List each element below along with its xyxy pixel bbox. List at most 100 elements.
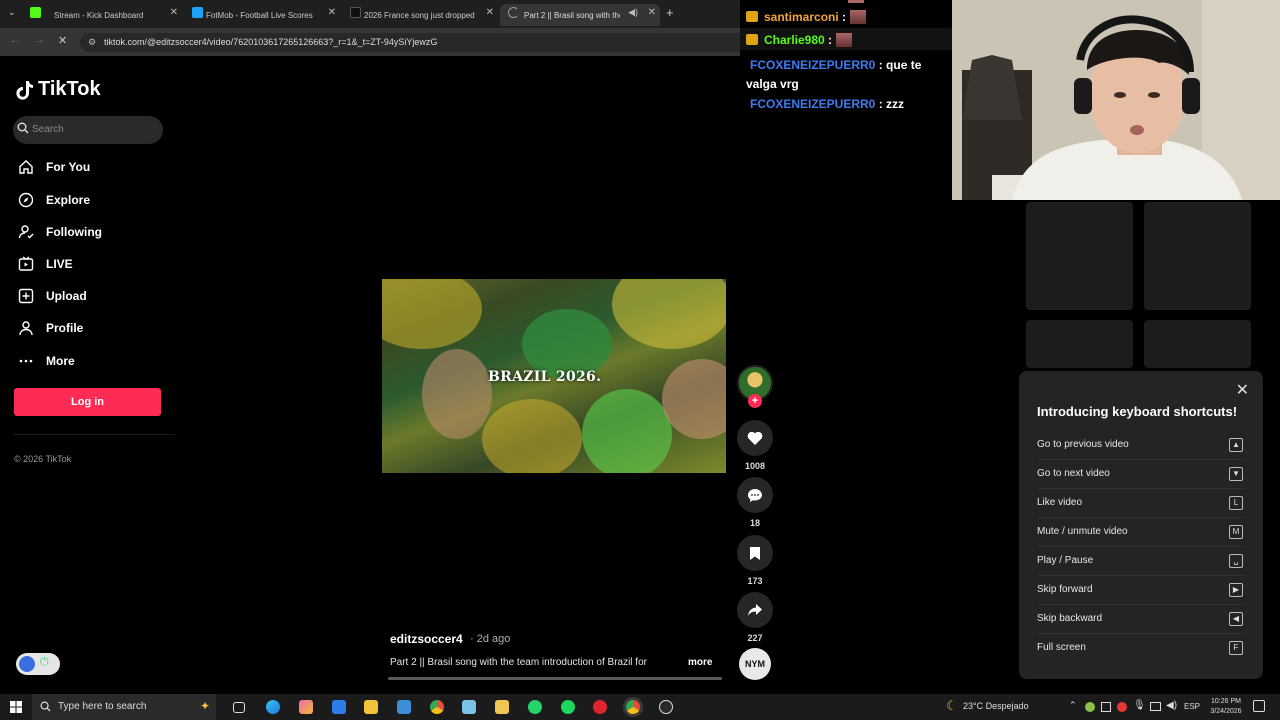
tray-chevron-icon[interactable]: ⌃ [1069,700,1077,711]
weather-text[interactable]: 23°C Despejado [963,701,1029,711]
mail-icon[interactable] [332,700,346,714]
crown-badge-icon [746,11,758,22]
tray-app-icon[interactable] [1085,702,1095,712]
close-icon[interactable]: ✕ [1236,380,1249,400]
copilot-icon[interactable] [299,700,313,714]
video-progress-bar[interactable] [388,677,722,680]
arrow-left-key-icon: ◀ [1229,612,1243,626]
close-tab-icon[interactable]: ✕ [170,7,178,18]
edge-icon[interactable] [266,700,280,714]
more-button[interactable]: more [688,657,712,668]
stream-chat-overlay: santimarconi : Charlie980 : FCOXENEIZEPU… [740,0,952,118]
nav-more[interactable]: More [18,351,75,371]
tab-kick-dashboard[interactable]: Stream - Kick Dashboard ✕ [24,4,182,26]
nav-following[interactable]: Following [18,222,102,242]
folder-icon[interactable] [495,700,509,714]
url-field[interactable]: ⚙ tiktok.com/@editzsoccer4/video/7620103… [80,33,740,52]
video-player[interactable]: BRAZIL 2026. [382,279,726,473]
close-tab-icon[interactable]: ✕ [486,7,494,18]
like-button[interactable] [737,420,773,456]
network-icon[interactable] [1150,702,1161,711]
nav-label: LIVE [46,257,73,271]
tiktok-note-icon [16,80,33,100]
f-key-icon: F [1229,641,1243,655]
back-arrow-icon[interactable]: ← [10,35,20,46]
nav-for-you[interactable]: For You [18,157,90,177]
obs-icon[interactable] [659,700,673,714]
spotify-icon[interactable] [561,700,575,714]
tab-list-chevron-icon[interactable]: ⌄ [8,7,16,18]
file-explorer-icon[interactable] [364,700,378,714]
recommended-video-thumbnail[interactable] [1026,320,1133,368]
tray-app-icon[interactable] [1101,702,1111,712]
site-info-icon[interactable]: ⚙ [88,37,96,48]
tab-brasil-song[interactable]: Part 2 || Brasil song with the ◀) ✕ [500,4,660,26]
clock-date: 3/24/2026 [1210,708,1242,715]
tab-label: 2026 France song just dropped [364,10,475,20]
emote-icon [850,10,867,24]
nav-explore[interactable]: Explore [18,190,90,210]
chrome-icon[interactable] [430,700,444,714]
comment-button[interactable] [737,477,773,513]
nav-profile[interactable]: Profile [18,318,83,338]
recommended-video-thumbnail[interactable] [1144,320,1251,368]
extension-icon [19,656,35,672]
save-button[interactable] [737,535,773,571]
recommended-video-thumbnail[interactable] [1026,202,1133,310]
follow-plus-icon[interactable]: + [748,394,762,408]
login-button[interactable]: Log in [14,388,161,416]
tiktok-logo[interactable]: TikTok [16,78,101,101]
tab-france-song[interactable]: 2026 France song just dropped ✕ [340,4,498,26]
whatsapp-icon[interactable] [528,700,542,714]
share-button[interactable] [737,592,773,628]
kick-favicon-icon [30,7,41,18]
new-tab-icon[interactable]: + [666,5,674,20]
close-tab-icon[interactable]: ✕ [328,7,336,18]
home-icon [19,160,33,174]
notepad-icon[interactable] [462,700,476,714]
taskbar-search-input[interactable]: Type here to search ✦ [32,694,216,720]
nav-label: Profile [46,321,84,335]
search-input[interactable]: Search [13,116,163,144]
forward-arrow-icon[interactable]: → [34,35,44,46]
task-view-icon[interactable] [233,702,245,713]
microphone-icon[interactable]: 🎙 [1133,700,1146,711]
music-disc[interactable]: NYM [739,648,771,680]
system-clock[interactable]: 10:26 PM 3/24/2026 [1200,697,1252,717]
recommended-video-thumbnail[interactable] [1144,202,1251,310]
speaker-icon[interactable]: ◀) [628,7,638,18]
nav-live[interactable]: LIVE [18,254,73,274]
crown-badge-icon [746,34,758,45]
notifications-icon[interactable] [1253,700,1265,712]
share-count: 227 [747,633,763,643]
extension-toggle[interactable]: ⏻ [16,653,60,675]
search-highlight-icon: ✦ [199,699,210,713]
video-overlay-title: BRAZIL 2026. [488,369,602,385]
tab-label: FotMob - Football Live Scores [206,10,313,20]
arrow-up-key-icon: ▲ [1229,438,1243,452]
shortcut-next-video: Go to next video ▼ [1037,460,1245,489]
author-username[interactable]: editzsoccer4 [390,632,463,646]
search-icon [17,122,29,134]
comment-count: 18 [749,518,760,528]
volume-icon[interactable]: ◀) [1166,700,1177,711]
windows-start-icon[interactable] [10,701,22,713]
chat-text: : zzz [878,97,905,111]
tab-fotmob[interactable]: FotMob - Football Live Scores ✕ [182,4,340,26]
language-indicator[interactable]: ESP [1184,702,1200,711]
following-icon [18,225,34,239]
tray-app-icon[interactable] [1117,702,1127,712]
vscode-icon[interactable] [397,700,411,714]
profile-icon [19,321,33,336]
chrome-active-icon[interactable] [626,700,640,714]
space-key-icon: ␣ [1229,554,1243,568]
chat-text: : [842,10,847,24]
close-tab-icon[interactable]: ✕ [648,7,656,18]
chat-username: santimarconi [764,10,839,24]
shortcut-like-video: Like video L [1037,489,1245,518]
stop-loading-icon[interactable]: ✕ [58,34,67,47]
chat-message: FCOXENEIZEPUERR0 : zzz [746,97,904,111]
nav-upload[interactable]: Upload [18,286,87,306]
opera-icon[interactable] [593,700,607,714]
shortcut-previous-video: Go to previous video ▲ [1037,431,1245,460]
